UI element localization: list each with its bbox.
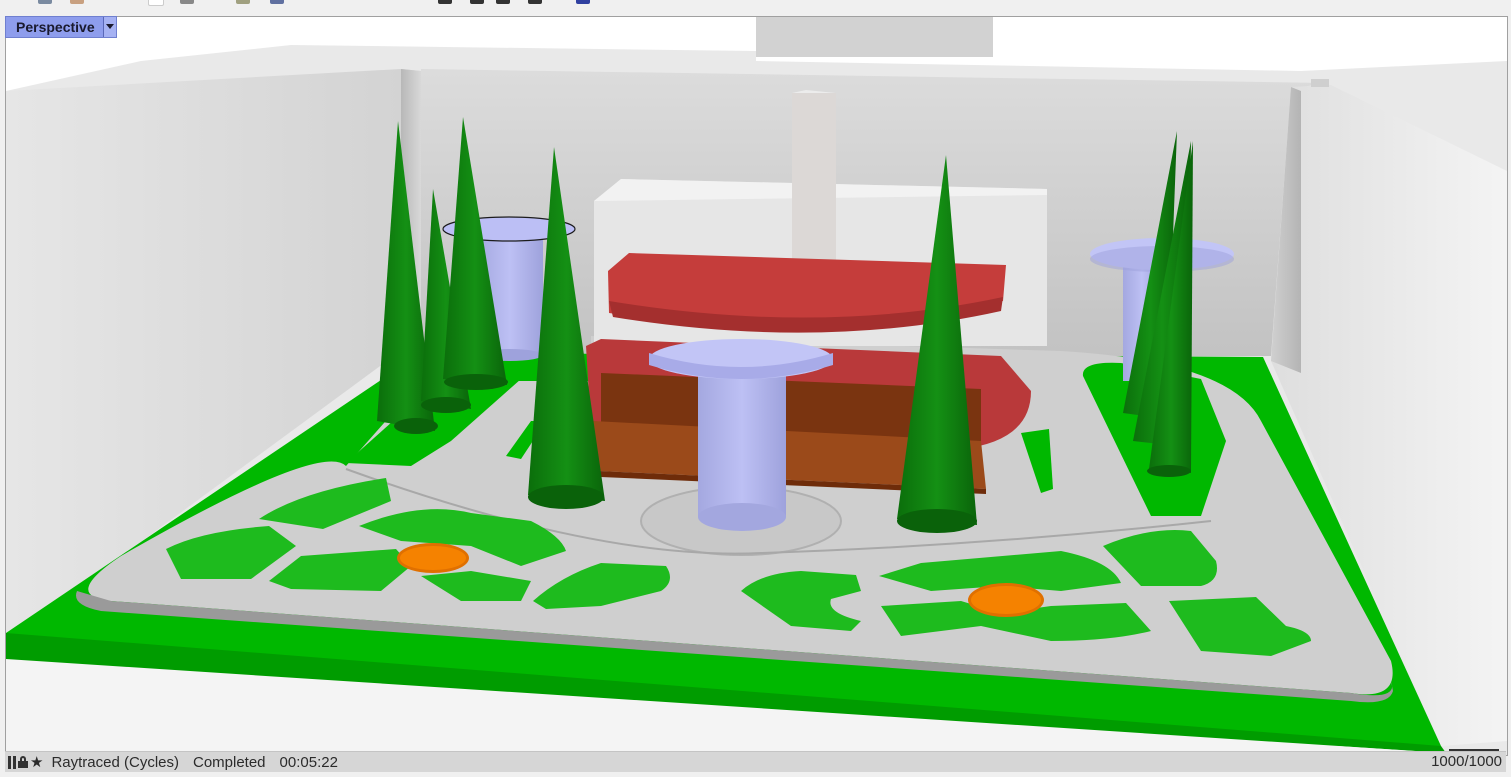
toolbar-icon[interactable] — [148, 0, 164, 6]
toolbar-icon[interactable] — [576, 0, 590, 4]
rendered-scene — [6, 17, 1507, 755]
render-state: Completed — [192, 753, 266, 771]
toolbar-icon[interactable] — [70, 0, 84, 4]
toolbar-icon[interactable] — [270, 0, 284, 4]
star-icon[interactable]: ★ — [30, 755, 43, 770]
toolbar-icon[interactable] — [496, 0, 510, 4]
distant-block — [756, 17, 993, 57]
render-pass-count: 1000/1000 — [1431, 753, 1502, 770]
toolbar-icon[interactable] — [528, 0, 542, 4]
toolbar-icon[interactable] — [38, 0, 52, 4]
render-status-bar: ★ Raytraced (Cycles) Completed 00:05:22 … — [5, 751, 1506, 772]
toolbar-icon[interactable] — [236, 0, 250, 4]
render-elapsed: 00:05:22 — [279, 753, 338, 771]
viewport-tab[interactable]: Perspective — [5, 16, 117, 38]
renderer-name: Raytraced (Cycles) — [51, 753, 179, 771]
toolbar-strip — [0, 0, 1511, 6]
central-table-column — [698, 369, 786, 517]
chevron-down-icon[interactable] — [102, 17, 116, 37]
toolbar-icon[interactable] — [470, 0, 484, 4]
toolbar-icon[interactable] — [180, 0, 194, 4]
viewport-tab-label: Perspective — [16, 19, 95, 35]
status-icons: ★ — [8, 754, 47, 770]
tower — [792, 93, 836, 261]
lock-icon[interactable] — [18, 756, 28, 768]
perspective-viewport[interactable] — [5, 16, 1508, 756]
toolbar-icon[interactable] — [438, 0, 452, 4]
pause-icon[interactable] — [8, 755, 16, 769]
